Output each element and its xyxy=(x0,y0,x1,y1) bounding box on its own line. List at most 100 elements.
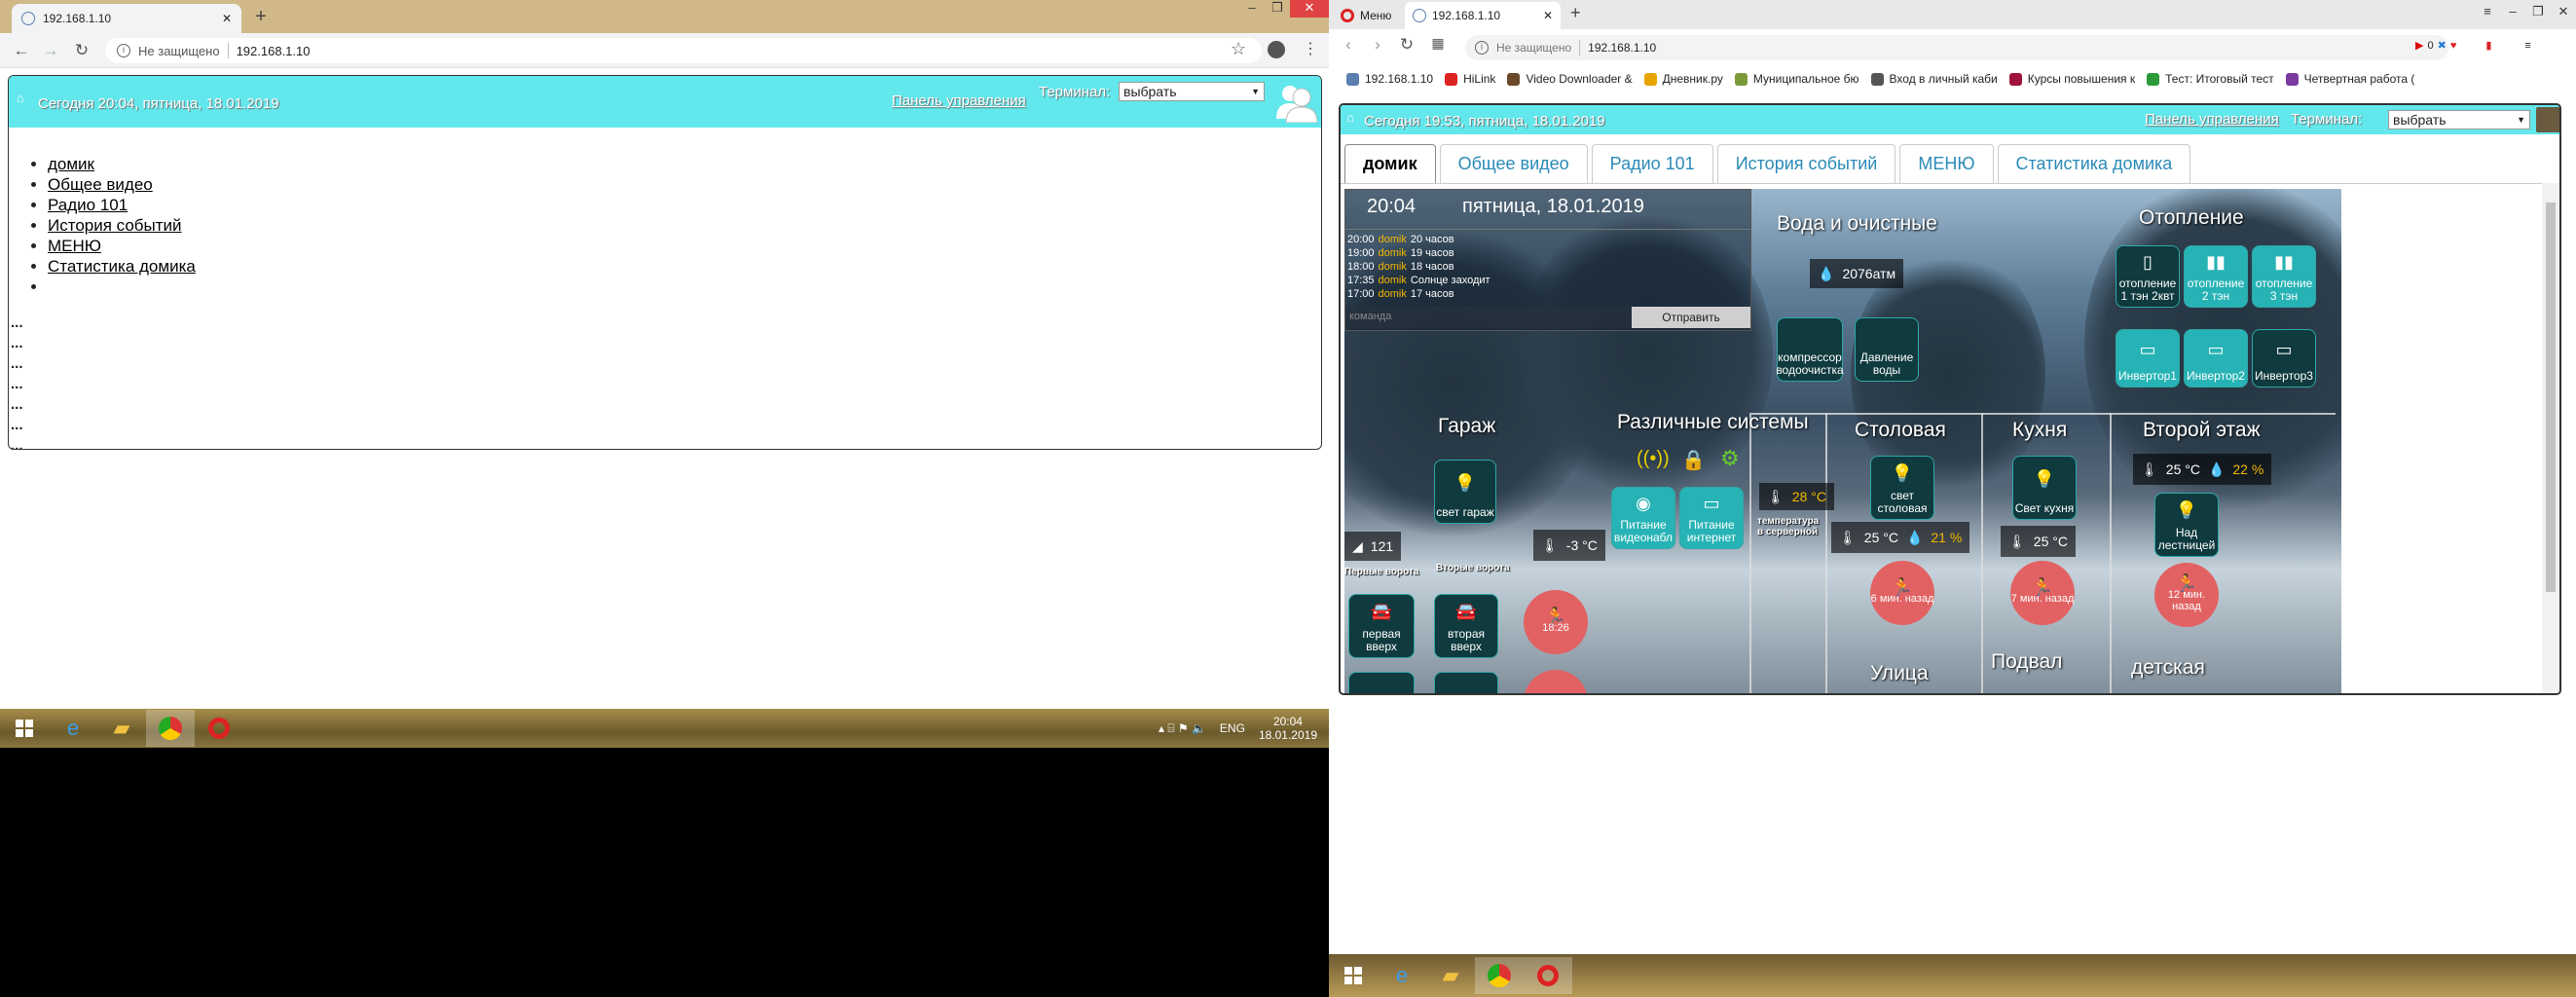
heating-tile-1[interactable]: ▯ отопление 1 тэн 2квт xyxy=(2116,245,2180,308)
terminal-select[interactable]: выбрать ▼ xyxy=(1119,82,1265,101)
floor2-motion-sensor[interactable]: 🏃 12 мин. назад xyxy=(2154,563,2219,627)
new-tab-button[interactable]: + xyxy=(249,6,273,29)
shield-icon[interactable]: ✖ xyxy=(2438,39,2447,52)
tab-stats[interactable]: Статистика домика xyxy=(1997,144,2191,183)
restore-icon[interactable]: ❐ xyxy=(2525,4,2551,19)
nav-link-video[interactable]: Общее видео xyxy=(48,175,153,194)
nav-link-menu[interactable]: МЕНЮ xyxy=(48,237,101,255)
opera-icon[interactable] xyxy=(195,710,243,747)
home-icon[interactable]: ⌂ xyxy=(1346,111,1360,125)
bookmark-item[interactable]: Вход в личный каби xyxy=(1870,72,1998,86)
profile-icon[interactable] xyxy=(1268,41,1285,58)
chrome-icon[interactable] xyxy=(146,710,195,747)
heating-tile-3[interactable]: ▮▮ отопление 3 тэн xyxy=(2252,245,2316,308)
close-icon[interactable]: ✕ xyxy=(1543,9,1553,22)
close-window-icon[interactable]: ✕ xyxy=(1290,0,1329,18)
tab-menu-icon[interactable]: ≡ xyxy=(2475,4,2500,19)
new-tab-button[interactable]: + xyxy=(1570,3,1581,23)
bookmark-item[interactable]: HiLink xyxy=(1445,72,1495,86)
kitchen-motion-sensor[interactable]: 🏃 7 мин. назад xyxy=(2010,561,2075,625)
tab-menu[interactable]: МЕНЮ xyxy=(1899,144,1994,183)
users-icon[interactable] xyxy=(1274,80,1317,123)
start-button[interactable] xyxy=(1329,957,1378,994)
avatar[interactable] xyxy=(2536,107,2559,132)
nav-link-history[interactable]: История событий xyxy=(48,216,182,235)
minimize-icon[interactable]: – xyxy=(1239,0,1265,18)
gate1-up-button[interactable]: 🚘 первая вверх xyxy=(1348,594,1415,658)
bookmark-star-icon[interactable]: ☆ xyxy=(1231,39,1246,59)
address-bar[interactable]: i Не защищено 192.168.1.10 xyxy=(1465,35,2448,60)
garage-motion-sensor[interactable]: 🏃 18:26 xyxy=(1524,590,1588,654)
garage-light-tile[interactable]: 💡 свет гараж xyxy=(1434,460,1496,524)
gate2-up-button[interactable]: 🚘 вторая вверх xyxy=(1434,594,1498,658)
restore-icon[interactable]: ❐ xyxy=(1265,0,1290,18)
nav-link-domik[interactable]: домик xyxy=(48,155,94,173)
kebab-menu-icon[interactable]: ⋮ xyxy=(1303,39,1318,58)
folder-icon[interactable]: ▰ xyxy=(1426,957,1475,994)
send-button[interactable]: Отправить xyxy=(1632,307,1750,328)
close-icon[interactable]: ✕ xyxy=(222,12,232,25)
back-icon[interactable]: ‹ xyxy=(1335,35,1362,55)
control-panel-link[interactable]: Панель управления xyxy=(2145,111,2279,128)
garage-tile-more[interactable] xyxy=(1348,672,1415,693)
address-bar[interactable]: i Не защищено 192.168.1.10 xyxy=(105,38,1262,63)
water-pressure-tile[interactable]: Давление воды xyxy=(1855,317,1919,382)
language-indicator[interactable]: ENG xyxy=(1220,721,1245,735)
dining-light-tile[interactable]: 💡 свет столовая xyxy=(1870,456,1934,520)
inverter-tile-3[interactable]: ▭ Инвертор3 xyxy=(2252,329,2316,388)
back-icon[interactable]: ← xyxy=(8,41,35,60)
garage-tile-more[interactable] xyxy=(1434,672,1498,693)
tab-radio[interactable]: Радио 101 xyxy=(1591,144,1713,183)
tab-domik[interactable]: домик xyxy=(1344,144,1436,183)
bookmark-item[interactable]: Video Downloader & xyxy=(1507,72,1633,86)
heart-icon[interactable]: ♥ xyxy=(2450,40,2457,52)
menu-icon[interactable]: ≡ xyxy=(2524,40,2530,52)
nav-link-stats[interactable]: Статистика домика xyxy=(48,257,196,276)
clock[interactable]: 20:04 18.01.2019 xyxy=(1259,715,1317,742)
stairs-light-tile[interactable]: 💡 Над лестницей xyxy=(2154,493,2219,557)
forward-icon[interactable]: › xyxy=(1364,35,1391,55)
bookmark-item[interactable]: Курсы повышения к xyxy=(2008,72,2135,86)
tab-history[interactable]: История событий xyxy=(1716,144,1896,183)
reload-icon[interactable]: ↻ xyxy=(1393,35,1420,55)
reload-icon[interactable]: ↻ xyxy=(68,41,95,60)
close-window-icon[interactable]: ✕ xyxy=(2551,4,2576,19)
tab-video[interactable]: Общее видео xyxy=(1439,144,1588,183)
opera-icon[interactable] xyxy=(1524,957,1572,994)
inverter-tile-1[interactable]: ▭ Инвертор1 xyxy=(2116,329,2180,388)
bookmark-item[interactable]: Дневник.ру xyxy=(1643,72,1723,86)
start-button[interactable] xyxy=(0,710,49,747)
download-icon[interactable]: ▮ xyxy=(2485,39,2491,52)
minimize-icon[interactable]: – xyxy=(2500,4,2525,19)
chrome-icon[interactable] xyxy=(1475,957,1524,994)
chrome-tab[interactable]: 192.168.1.10 ✕ xyxy=(12,4,241,33)
bookmark-item[interactable]: 192.168.1.10 xyxy=(1346,72,1433,86)
control-panel-link[interactable]: Панель управления xyxy=(892,92,1026,109)
internet-power-tile[interactable]: ▭ Питание интернет xyxy=(1679,487,1744,549)
compressor-tile[interactable]: компрессор водоочистка xyxy=(1776,317,1844,382)
dining-motion-sensor[interactable]: 🏃 6 мин. назад xyxy=(1870,561,1934,625)
opera-menu-button[interactable]: Меню xyxy=(1333,2,1399,29)
garage-motion-sensor-2[interactable] xyxy=(1524,670,1588,693)
bookmark-item[interactable]: Четвертная работа ( xyxy=(2285,72,2414,86)
home-icon[interactable]: ⌂ xyxy=(17,92,30,105)
kitchen-light-tile[interactable]: 💡 Свет кухня xyxy=(2012,456,2077,520)
tray-icons[interactable]: ▴ ⌸ ⚑ 🔈 xyxy=(1159,721,1206,736)
bookmark-item[interactable]: Муниципальное бю xyxy=(1734,72,1859,86)
terminal-select[interactable]: выбрать ▼ xyxy=(2388,110,2530,129)
heating-tile-2[interactable]: ▮▮ отопление 2 тэн xyxy=(2184,245,2248,308)
ie-icon[interactable]: e xyxy=(1378,957,1426,994)
info-icon[interactable]: i xyxy=(1475,41,1489,55)
inverter-tile-2[interactable]: ▭ Инвертор2 xyxy=(2184,329,2248,388)
youtube-icon[interactable]: ▶ xyxy=(2415,39,2423,52)
nav-link-radio[interactable]: Радио 101 xyxy=(48,196,128,214)
info-icon[interactable]: i xyxy=(117,44,130,57)
speed-dial-icon[interactable]: ▦ xyxy=(1424,35,1452,52)
bookmark-item[interactable]: Тест: Итоговый тест xyxy=(2147,72,2274,86)
video-power-tile[interactable]: ◉ Питание видеонабл xyxy=(1611,487,1675,549)
forward-icon[interactable]: → xyxy=(37,41,64,60)
scrollbar-thumb[interactable] xyxy=(2546,203,2556,592)
opera-tab[interactable]: 192.168.1.10 ✕ xyxy=(1405,2,1561,29)
ie-icon[interactable]: e xyxy=(49,710,97,747)
command-input[interactable]: команда xyxy=(1345,307,1632,328)
